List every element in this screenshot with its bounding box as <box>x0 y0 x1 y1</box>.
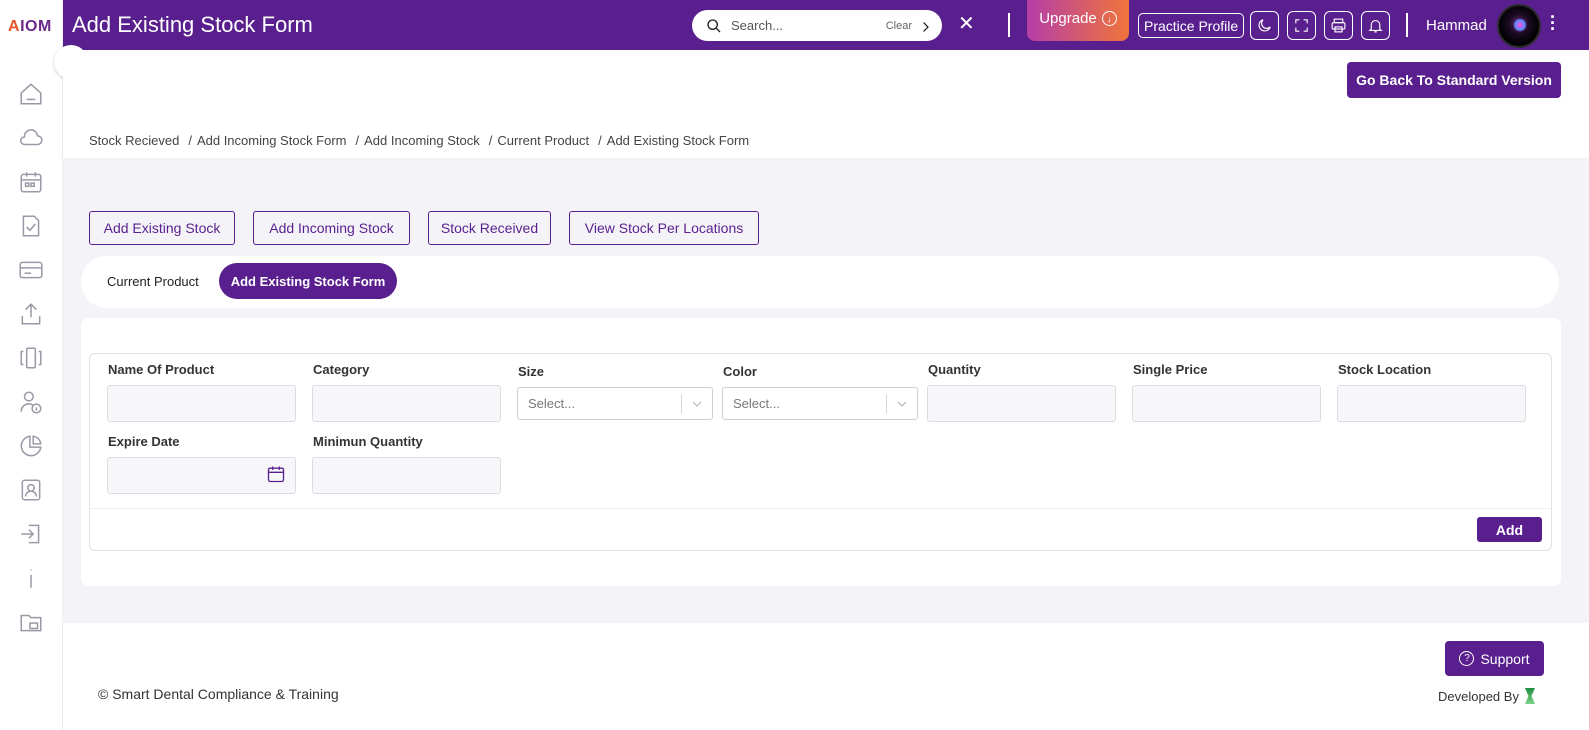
add-button[interactable]: Add <box>1477 517 1542 542</box>
arrow-down-circle-icon: ↓ <box>1101 11 1117 26</box>
calendar-icon[interactable] <box>266 464 286 484</box>
contacts-icon[interactable] <box>17 476 45 504</box>
search-bar[interactable]: Search... Clear <box>692 10 942 41</box>
pie-chart-icon[interactable] <box>17 432 45 460</box>
columns-icon[interactable] <box>17 344 45 372</box>
breadcrumb-item[interactable]: Current Product <box>497 133 589 148</box>
select-divider <box>886 393 887 414</box>
practice-profile-button[interactable]: Practice Profile <box>1138 13 1245 38</box>
subtab-current-product[interactable]: Current Product <box>107 274 199 289</box>
sidebar: AIOM <box>0 0 63 730</box>
fullscreen-icon <box>1295 19 1308 32</box>
header-divider <box>1008 13 1010 37</box>
category-input[interactable] <box>312 385 501 422</box>
breadcrumb-item[interactable]: Stock Recieved <box>89 133 179 148</box>
search-icon <box>707 18 721 32</box>
header-divider <box>1406 13 1408 37</box>
fullscreen-button[interactable] <box>1287 11 1316 40</box>
checklist-icon[interactable] <box>17 212 45 240</box>
cloud-icon[interactable] <box>17 124 45 152</box>
breadcrumb-separator: / <box>355 133 360 148</box>
search-go-button[interactable] <box>920 20 932 32</box>
user-info-icon[interactable] <box>17 388 45 416</box>
footer <box>63 623 1589 730</box>
size-label: Size <box>518 364 545 379</box>
quantity-label: Quantity <box>928 362 981 377</box>
chevron-down-icon <box>692 401 702 407</box>
quantity-input[interactable] <box>927 385 1116 422</box>
size-select-value: Select... <box>528 396 575 411</box>
breadcrumb-separator: / <box>188 133 192 148</box>
single-price-label: Single Price <box>1133 362 1208 377</box>
print-button[interactable] <box>1324 11 1353 40</box>
minimum-quantity-input[interactable] <box>312 457 501 494</box>
home-icon[interactable] <box>17 80 45 108</box>
tab-stock-received[interactable]: Stock Received <box>428 211 551 245</box>
upgrade-button[interactable]: Upgrade ↓ <box>1027 0 1129 41</box>
select-divider <box>681 393 682 414</box>
developed-by-label: Developed By <box>1438 688 1519 704</box>
tab-add-incoming-stock[interactable]: Add Incoming Stock <box>253 211 410 245</box>
expire-date-label: Expire Date <box>108 434 180 449</box>
avatar[interactable] <box>1497 4 1541 48</box>
breadcrumb: Stock Recieved / Add Incoming Stock Form… <box>89 133 749 148</box>
upload-icon[interactable] <box>17 300 45 328</box>
support-label: Support <box>1480 650 1530 667</box>
bell-icon <box>1368 19 1383 33</box>
app-logo[interactable]: AIOM <box>8 18 52 36</box>
breadcrumb-item[interactable]: Add Incoming Stock Form <box>197 133 347 148</box>
name-of-product-label: Name Of Product <box>108 362 215 377</box>
dark-mode-button[interactable] <box>1250 11 1279 40</box>
form-actions <box>90 508 1551 550</box>
tab-add-existing-stock[interactable]: Add Existing Stock <box>89 211 235 245</box>
stock-location-label: Stock Location <box>1338 362 1432 377</box>
developer-logo-icon[interactable] <box>1524 688 1535 704</box>
moon-icon <box>1258 19 1271 32</box>
username[interactable]: Hammad <box>1426 17 1487 34</box>
color-select-value: Select... <box>733 396 780 411</box>
breadcrumb-item-current: Add Existing Stock Form <box>606 133 750 148</box>
go-back-standard-button[interactable]: Go Back To Standard Version <box>1347 62 1561 98</box>
color-select[interactable]: Select... <box>722 387 918 420</box>
category-label: Category <box>313 362 370 377</box>
breadcrumb-separator: / <box>488 133 493 148</box>
developed-by: Developed By <box>1438 688 1535 704</box>
archive-icon[interactable] <box>17 608 45 636</box>
chevron-right-icon <box>923 21 929 32</box>
copyright-text: © Smart Dental Compliance & Training <box>98 686 339 702</box>
stock-location-input[interactable] <box>1337 385 1526 422</box>
notifications-button[interactable] <box>1361 11 1390 40</box>
name-of-product-input[interactable] <box>107 385 296 422</box>
close-search-button[interactable]: ✕ <box>958 14 975 34</box>
breadcrumb-separator: / <box>598 133 602 148</box>
logo-text: IOM <box>20 18 52 35</box>
more-menu-icon[interactable]: · · · <box>1550 8 1556 38</box>
color-label: Color <box>723 364 757 379</box>
info-icon[interactable] <box>17 564 45 592</box>
search-input[interactable]: Search... <box>731 18 886 33</box>
single-price-input[interactable] <box>1132 385 1321 422</box>
top-header: Add Existing Stock Form Search... Clear … <box>63 0 1589 50</box>
clear-search-button[interactable]: Clear <box>886 20 912 32</box>
login-icon[interactable] <box>17 520 45 548</box>
chevron-down-icon <box>897 401 907 407</box>
minimum-quantity-label: Minimun Quantity <box>313 434 423 449</box>
support-button[interactable]: ? Support <box>1445 641 1544 676</box>
calendar-icon[interactable] <box>17 168 45 196</box>
tab-view-stock-per-locations[interactable]: View Stock Per Locations <box>569 211 759 245</box>
page-title: Add Existing Stock Form <box>72 12 313 37</box>
subtab-add-existing-stock-form[interactable]: Add Existing Stock Form <box>219 263 397 299</box>
print-icon <box>1331 18 1346 33</box>
card-icon[interactable] <box>17 256 45 284</box>
upgrade-label: Upgrade <box>1039 10 1097 27</box>
help-circle-icon: ? <box>1459 651 1475 666</box>
breadcrumb-item[interactable]: Add Incoming Stock <box>364 133 480 148</box>
size-select[interactable]: Select... <box>517 387 713 420</box>
